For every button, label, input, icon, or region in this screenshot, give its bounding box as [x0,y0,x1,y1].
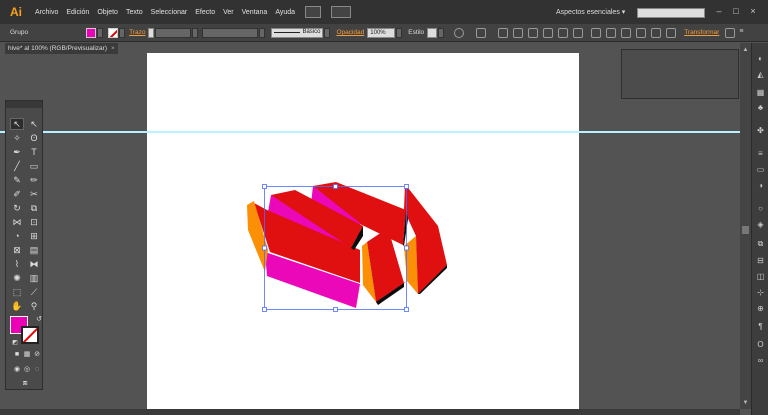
align-panel-icon[interactable]: ⊟ [755,255,766,266]
column-graph-tool-icon[interactable]: ▥ [27,272,41,284]
paragraph-panel-icon[interactable]: ¶ [755,321,766,332]
transform-panel-icon[interactable]: ⊹ [755,287,766,298]
color-panel-icon[interactable]: ◐ [755,53,766,64]
panel-dock: ◐ ◭ ▦ ♣ ✤ ≡ ▭ ◑ ○ ◈ ⧉ ⊟ ◫ ⊹ ⊕ ¶ O ∞ [751,43,768,415]
perspective-tool-icon[interactable]: ⊞ [27,230,41,242]
line-tool-icon[interactable]: ╱ [10,160,24,172]
eraser-tool-icon[interactable]: ✂ [27,188,41,200]
magic-wand-tool-icon[interactable]: ✧ [10,132,24,144]
brushes-panel-icon[interactable]: ♣ [755,102,766,113]
artboards-panel-icon[interactable]: ⧉ [755,238,766,249]
paintbrush-tool-icon[interactable]: ✎ [10,174,24,186]
direct-selection-tool-icon[interactable]: ↖ [27,118,41,130]
blob-brush-tool-icon[interactable]: ✐ [10,188,24,200]
swap-fill-stroke-icon[interactable]: ↺ [32,313,46,325]
shape-builder-tool-icon[interactable]: ◔ [10,230,24,242]
pathfinder-panel-icon[interactable]: ◫ [755,271,766,282]
tools-panel: ↖ ↖ ✧ ʘ ✒ T ╱ ▭ ✎ ✏ ✐ ✂ ↻ ⧉ ⋈ ⊡ ◔ ⊞ ⊠ ▤ … [5,100,43,390]
tools-panel-header[interactable] [6,101,42,108]
scale-tool-icon[interactable]: ⧉ [27,202,41,214]
symbols-panel-icon[interactable]: ✤ [755,125,766,136]
free-transform-tool-icon[interactable]: ⊡ [27,216,41,228]
status-bar [0,409,740,415]
stroke-color-box[interactable] [21,326,39,344]
appearance-panel-icon[interactable]: ○ [755,203,766,214]
artboard-tool-icon[interactable]: ⬚ [10,286,24,298]
color-guide-icon[interactable]: ◭ [755,69,766,80]
rectangle-tool-icon[interactable]: ▭ [27,160,41,172]
links-panel-icon[interactable]: ∞ [755,355,766,366]
rotate-tool-icon[interactable]: ↻ [10,202,24,214]
scroll-up-icon[interactable]: ▲ [741,45,750,54]
slice-tool-icon[interactable]: ⟋ [27,286,41,298]
default-colors-icon[interactable]: ◩ [8,336,22,348]
stroke-panel-icon[interactable]: ≡ [755,148,766,159]
layers-panel-icon[interactable]: ◈ [755,219,766,230]
symbol-sprayer-tool-icon[interactable]: ✺ [10,272,24,284]
zoom-tool-icon[interactable]: ⚲ [27,300,41,312]
pen-tool-icon[interactable]: ✒ [10,146,24,158]
width-tool-icon[interactable]: ⋈ [10,216,24,228]
swatches-panel-icon[interactable]: ▦ [755,87,766,98]
vertical-scrollbar[interactable]: ▲ ▼ [740,43,751,409]
opentype-panel-icon[interactable]: O [755,339,766,350]
transparency-panel-icon[interactable]: ◑ [755,180,766,191]
mesh-tool-icon[interactable]: ⊠ [10,244,24,256]
draw-inside-icon[interactable]: ◌ [30,363,44,375]
screen-mode-icon[interactable]: ⧈ [18,377,32,389]
gradient-tool-icon[interactable]: ▤ [27,244,41,256]
type-tool-icon[interactable]: T [27,146,41,158]
selection-tool-icon[interactable]: ↖ [10,118,24,130]
hand-tool-icon[interactable]: ✋ [10,300,24,312]
eyedropper-tool-icon[interactable]: ⌇ [10,258,24,270]
artwork-hive[interactable] [0,0,768,415]
character-panel-icon[interactable]: ⊕ [755,303,766,314]
scroll-down-icon[interactable]: ▼ [741,398,750,407]
scroll-thumb[interactable] [742,226,749,234]
blend-tool-icon[interactable]: ⧓ [27,258,41,270]
gradient-panel-icon[interactable]: ▭ [755,164,766,175]
none-mode-icon[interactable]: ⊘ [30,348,44,360]
pencil-tool-icon[interactable]: ✏ [27,174,41,186]
lasso-tool-icon[interactable]: ʘ [27,132,41,144]
